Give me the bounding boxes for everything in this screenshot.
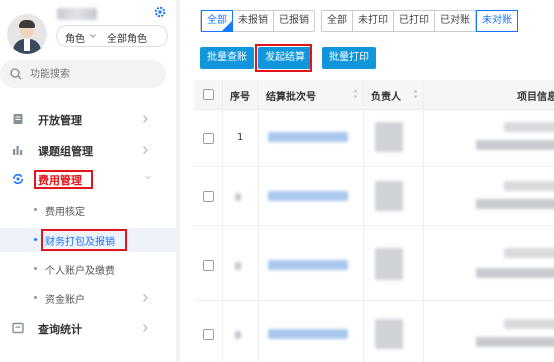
sidebar: 角色 全部角色 开放管理 课题组管理 费用管理 费用核定 (0, 0, 176, 362)
sub-item-fee-approval[interactable]: 费用核定 (0, 198, 176, 222)
main-content: 全部 未报销 已报销 全部 未打印 已打印 已对账 未对账 批量查账 发起结算 … (180, 0, 554, 362)
owner-redacted (375, 248, 403, 280)
chevron-down-icon (90, 34, 96, 38)
table-header: 序号 结算批次号 负责人 项目信息 (194, 80, 554, 110)
table-row[interactable]: 1 (194, 110, 554, 167)
row-checkbox[interactable] (203, 133, 214, 144)
role-select[interactable]: 角色 全部角色 (56, 25, 168, 47)
sub-item-label: 个人账户及缴费 (45, 266, 115, 277)
bar-chart-icon (13, 146, 23, 155)
owner-redacted (375, 181, 403, 211)
sidebar-item-fee-management[interactable]: 费用管理 (0, 164, 176, 194)
table-row[interactable] (194, 301, 554, 362)
tab-not-reconciled[interactable]: 未对账 (476, 10, 518, 32)
col-owner[interactable]: 负责人 (371, 88, 401, 103)
sub-item-label: 资金账户 (45, 295, 85, 306)
select-all-checkbox[interactable] (203, 89, 214, 100)
chevron-right-icon (143, 146, 148, 154)
batch-no-redacted[interactable] (268, 260, 348, 270)
search-input[interactable] (30, 66, 150, 82)
avatar[interactable] (7, 14, 47, 54)
project-redacted (476, 199, 554, 209)
owner-redacted (375, 122, 403, 152)
sub-item-label: 费用核定 (45, 207, 85, 218)
tab-reconciled[interactable]: 已对账 (435, 11, 476, 31)
row-checkbox[interactable] (203, 191, 214, 202)
function-search[interactable] (0, 60, 166, 88)
bullet-icon (34, 238, 37, 241)
search-icon (10, 68, 22, 80)
sidebar-item-open-management[interactable]: 开放管理 (0, 104, 176, 134)
batch-no-redacted[interactable] (268, 191, 348, 201)
sub-item-label: 财务打包及报销 (45, 237, 115, 248)
row-index-redacted (235, 331, 241, 339)
row-checkbox[interactable] (203, 329, 214, 340)
project-redacted (504, 319, 554, 329)
filter-tabs: 全部 未报销 已报销 全部 未打印 已打印 已对账 未对账 (200, 10, 518, 32)
sort-icon[interactable] (353, 89, 358, 99)
chevron-down-icon (145, 176, 151, 179)
sidebar-item-statistics[interactable]: 查询统计 (0, 313, 176, 343)
sub-item-finance-package[interactable]: 财务打包及报销 (0, 228, 176, 252)
gear-icon[interactable] (154, 6, 166, 18)
app-window: 角色 全部角色 开放管理 课题组管理 费用管理 费用核定 (0, 0, 554, 362)
batch-print-button[interactable]: 批量打印 (322, 47, 376, 69)
role-value: 全部角色 (107, 34, 147, 45)
document-icon (13, 114, 23, 124)
chevron-right-icon (143, 294, 148, 302)
tab-not-printed[interactable]: 未打印 (353, 11, 394, 31)
role-label: 角色 (65, 34, 85, 45)
bullet-icon (34, 296, 37, 299)
tab-all-reimburse[interactable]: 全部 (201, 10, 233, 32)
tab-not-reimbursed[interactable]: 未报销 (233, 11, 274, 31)
project-redacted (476, 337, 554, 347)
username-redacted (57, 8, 97, 20)
sort-icon[interactable] (413, 89, 418, 99)
sidebar-item-label: 开放管理 (38, 114, 82, 127)
table-row[interactable] (194, 167, 554, 226)
row-index-redacted (235, 262, 241, 270)
sub-item-personal-account[interactable]: 个人账户及缴费 (0, 257, 176, 281)
batch-check-button[interactable]: 批量查账 (200, 47, 254, 69)
tab-reimbursed[interactable]: 已报销 (274, 11, 314, 31)
row-index-redacted (235, 193, 241, 201)
table-row[interactable] (194, 226, 554, 301)
sidebar-item-label: 费用管理 (38, 174, 82, 187)
project-redacted (476, 140, 554, 150)
sub-item-fund-account[interactable]: 资金账户 (0, 286, 176, 310)
sidebar-item-label: 查询统计 (38, 323, 82, 336)
project-redacted (504, 248, 554, 258)
row-checkbox[interactable] (203, 260, 214, 271)
print-tab-group: 全部 未打印 已打印 已对账 未对账 (321, 10, 518, 32)
batch-no-redacted[interactable] (268, 329, 348, 339)
sidebar-item-label: 课题组管理 (38, 145, 93, 158)
bullet-icon (34, 267, 37, 270)
tab-all-print[interactable]: 全部 (322, 11, 353, 31)
col-project: 项目信息 (517, 92, 554, 103)
chevron-right-icon (143, 115, 148, 123)
bullet-icon (34, 208, 37, 211)
row-index: 1 (237, 132, 244, 143)
batch-no-redacted[interactable] (268, 132, 348, 142)
owner-redacted (375, 319, 403, 349)
sidebar-item-group-management[interactable]: 课题组管理 (0, 135, 176, 165)
col-batch-no[interactable]: 结算批次号 (266, 88, 316, 103)
reimburse-tab-group: 全部 未报销 已报销 (200, 10, 315, 32)
project-redacted (476, 268, 554, 278)
query-icon (12, 322, 24, 334)
refresh-icon (12, 173, 24, 185)
tab-printed[interactable]: 已打印 (394, 11, 435, 31)
project-redacted (504, 181, 554, 191)
selected-corner-icon (222, 21, 232, 31)
col-index: 序号 (230, 92, 250, 103)
project-redacted (504, 122, 554, 132)
start-settlement-button[interactable]: 发起结算 (258, 47, 312, 69)
chevron-right-icon (143, 324, 148, 332)
